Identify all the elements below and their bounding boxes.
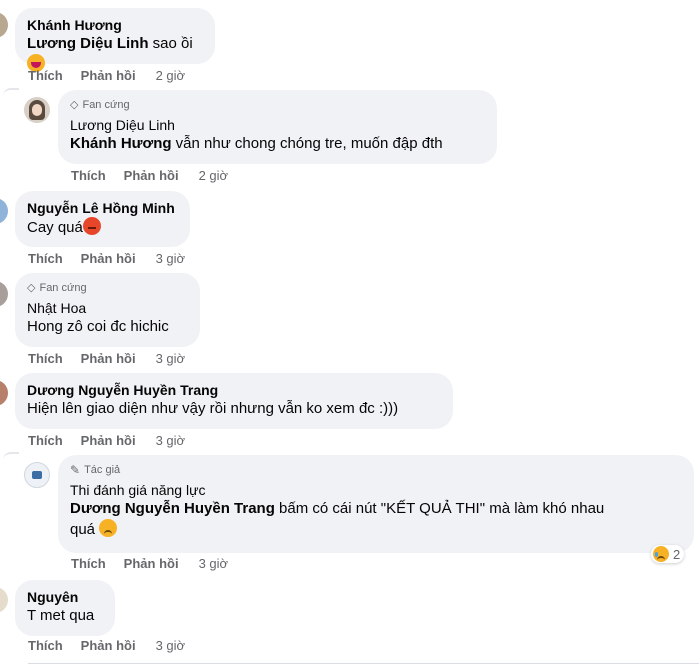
badge-label: Fan cứng [82, 99, 130, 111]
sad-reaction-icon [653, 546, 669, 562]
comment-author[interactable]: Lương Diệu Linh [70, 116, 485, 134]
comment-author[interactable]: Nhật Hoa [27, 299, 188, 317]
comment-actions: Thích Phản hồi 3 giờ [28, 351, 185, 366]
comment-actions: Thích Phản hồi 3 giờ [28, 433, 185, 448]
comment-author[interactable]: Khánh Hương [27, 16, 203, 34]
comment-actions: Thích Phản hồi 3 giờ [28, 638, 185, 653]
comment-body: sao ồi [148, 35, 193, 52]
comment-body: bấm có cái nút "KẾT QUẢ THI" mà làm khó … [274, 500, 605, 517]
timestamp[interactable]: 3 giờ [156, 433, 186, 448]
avatar[interactable] [0, 587, 8, 613]
sad-emoji-icon [99, 519, 118, 537]
like-button[interactable]: Thích [28, 638, 63, 653]
angry-emoji-icon [82, 217, 101, 235]
like-button[interactable]: Thích [28, 433, 63, 448]
mention[interactable]: Lương Diệu Linh [27, 35, 149, 52]
page-avatar[interactable] [24, 462, 50, 488]
timestamp[interactable]: 3 giờ [199, 556, 229, 571]
reply-button[interactable]: Phản hồi [81, 433, 136, 448]
reply-button[interactable]: Phản hồi [124, 556, 179, 571]
comment-body: vẫn như chong chóng tre, muốn đập đth [171, 135, 443, 152]
comment-actions: Thích Phản hồi 2 giờ [28, 68, 185, 83]
timestamp[interactable]: 3 giờ [156, 251, 186, 266]
comment-actions: Thích Phản hồi 3 giờ [28, 251, 185, 266]
comment-bubble: ◇ Fan cứng Lương Diệu Linh Khánh Hương v… [58, 90, 497, 164]
comment-actions: Thích Phản hồi 3 giờ [71, 556, 228, 571]
comment-author[interactable]: Dương Nguyễn Huyền Trang [27, 381, 441, 399]
avatar[interactable] [0, 281, 8, 307]
comment-text: Hiện lên giao diện như vậy rồi nhưng vẫn… [27, 400, 399, 417]
thread-connector [3, 452, 19, 468]
comment-body-cont: quá [70, 521, 96, 538]
reply-button[interactable]: Phản hồi [81, 68, 136, 83]
avatar[interactable] [0, 380, 8, 406]
comment-bubble: ✎ Tác giả Thi đánh giá năng lực Dương Ng… [58, 455, 694, 553]
comment-text: T met qua [27, 607, 95, 624]
mention[interactable]: Dương Nguyễn Huyền Trang [70, 500, 275, 517]
like-button[interactable]: Thích [71, 556, 106, 571]
badge-label: Fan cứng [39, 282, 87, 294]
author-badge: ✎ Tác giả [70, 463, 682, 477]
divider [28, 663, 699, 664]
timestamp[interactable]: 2 giờ [199, 168, 229, 183]
mention[interactable]: Khánh Hương [70, 135, 172, 152]
timestamp[interactable]: 3 giờ [156, 638, 186, 653]
fan-badge: ◇ Fan cứng [70, 98, 485, 112]
comment-bubble: Dương Nguyễn Huyền Trang Hiện lên giao d… [15, 373, 453, 429]
comment-bubble: Nguyễn Lê Hồng Minh Cay quá [15, 191, 190, 247]
comment-bubble: Nguyên T met qua [15, 580, 115, 636]
comment-author[interactable]: Nguyễn Lê Hồng Minh [27, 199, 178, 217]
comment-text: Dương Nguyễn Huyền Trang bấm có cái nút … [70, 499, 682, 519]
like-button[interactable]: Thích [28, 68, 63, 83]
thread-connector [3, 88, 19, 104]
comment-text-line2: quá [70, 519, 682, 540]
reply-button[interactable]: Phản hồi [81, 251, 136, 266]
like-button[interactable]: Thích [28, 251, 63, 266]
comment-actions: Thích Phản hồi 2 giờ [71, 168, 228, 183]
diamond-icon: ◇ [70, 99, 79, 111]
pen-icon: ✎ [70, 463, 81, 477]
comment-bubble: Khánh Hương Lương Diệu Linh sao ồi [15, 8, 215, 72]
comment-text: Hong zô coi đc hichic [27, 318, 169, 335]
timestamp[interactable]: 2 giờ [156, 68, 186, 83]
reply-button[interactable]: Phản hồi [124, 168, 179, 183]
avatar[interactable] [0, 198, 8, 224]
like-button[interactable]: Thích [28, 351, 63, 366]
fan-badge: ◇ Fan cứng [27, 281, 188, 295]
avatar[interactable] [24, 97, 50, 123]
comment-bubble: ◇ Fan cứng Nhật Hoa Hong zô coi đc hichi… [15, 273, 200, 347]
comment-author[interactable]: Nguyên [27, 588, 103, 606]
comment-text: Khánh Hương vẫn như chong chóng tre, muố… [70, 134, 485, 154]
comment-body: Cay quá [27, 219, 83, 236]
like-button[interactable]: Thích [71, 168, 106, 183]
timestamp[interactable]: 3 giờ [156, 351, 186, 366]
diamond-icon: ◇ [27, 282, 36, 294]
reaction-summary[interactable]: 2 [651, 545, 685, 563]
badge-label: Tác giả [84, 464, 121, 476]
reply-button[interactable]: Phản hồi [81, 638, 136, 653]
avatar[interactable] [0, 12, 8, 38]
reaction-count: 2 [673, 546, 681, 562]
comment-text: Cay quá [27, 217, 178, 238]
reply-button[interactable]: Phản hồi [81, 351, 136, 366]
comment-author[interactable]: Thi đánh giá năng lực [70, 481, 682, 499]
